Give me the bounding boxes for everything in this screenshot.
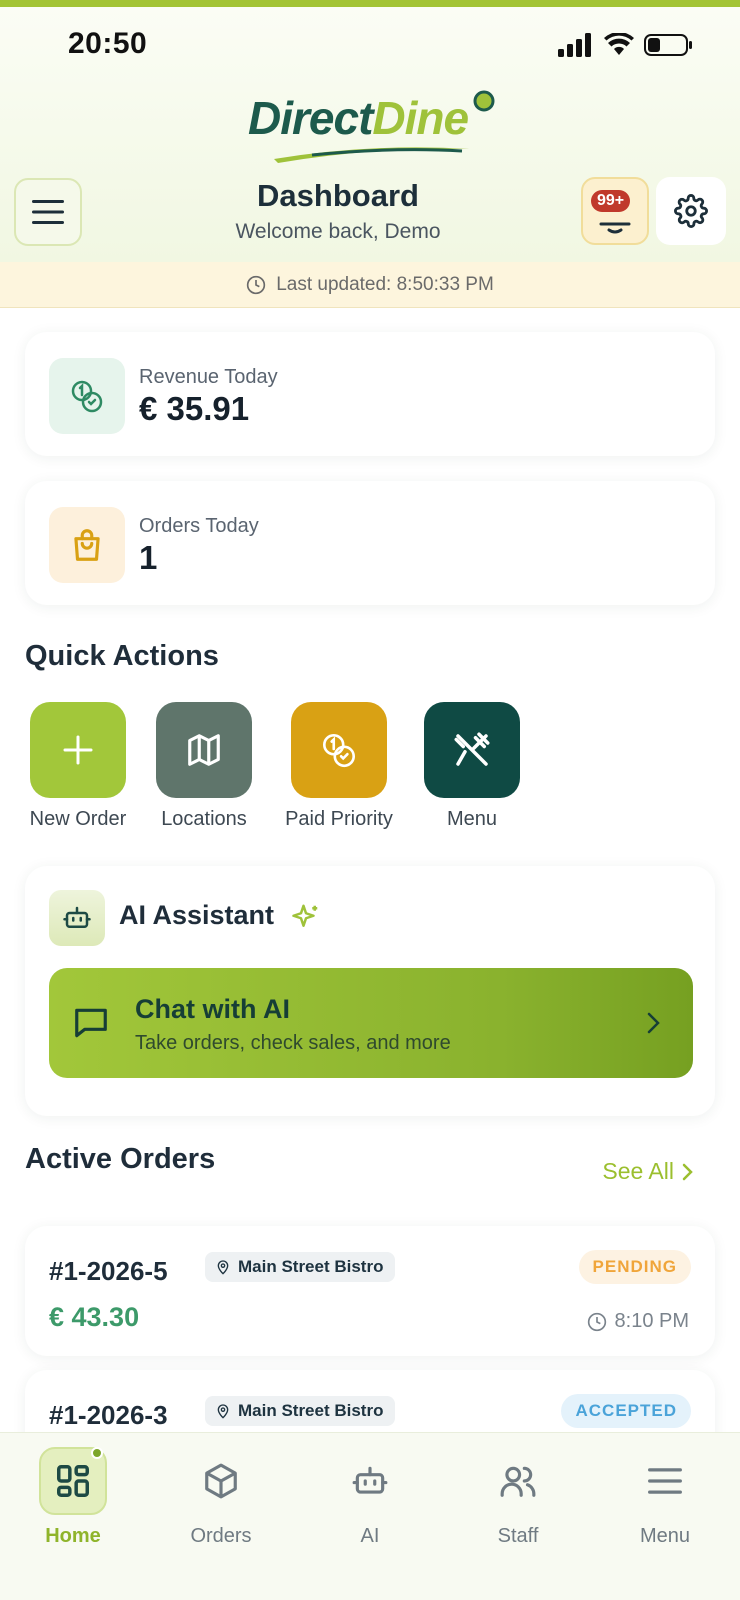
chat-with-ai-button[interactable]: Chat with AI Take orders, check sales, a… [49,968,693,1078]
nav-item-menu[interactable]: Menu [605,1447,725,1548]
status-icons [558,33,694,57]
ai-icon-tile [49,890,105,946]
nav-icon-wrap [39,1447,107,1515]
order-id: #1-2026-3 [49,1400,168,1430]
page-title: Dashboard [257,178,419,213]
revenue-icon-tile [49,358,125,434]
orders-today-card[interactable]: Orders Today 1 [25,481,715,605]
shopping-bag-icon [74,529,100,561]
status-badge-pending: PENDING [578,1250,691,1284]
order-amount: € 43.30 [49,1302,140,1332]
status-bar: 20:50 [0,7,740,77]
ai-assistant-card: AI Assistant Chat with AI Take orders, c… [25,866,715,1116]
quick-action-paid-priority[interactable]: Paid Priority [276,702,402,831]
nav-item-staff[interactable]: Staff [458,1447,578,1548]
stat-label: Orders Today [139,515,259,537]
coins-icon [71,380,103,413]
bottom-navigation: Home Orders AI Staff Menu [0,1432,740,1600]
new-order-tile [30,702,126,798]
nav-item-ai[interactable]: AI [310,1447,430,1548]
nav-item-orders[interactable]: Orders [161,1447,281,1548]
signal-icon [558,33,591,57]
quick-action-menu[interactable]: Menu [422,702,522,831]
status-badge-accepted: ACCEPTED [561,1394,691,1428]
map-icon [188,734,220,766]
plus-icon [63,735,93,765]
quick-action-label: New Order [29,808,127,830]
quick-action-label: Locations [161,808,247,830]
robot-icon [352,1466,388,1494]
nav-item-home[interactable]: Home [13,1447,133,1548]
logo-wordmark: DirectDine [248,92,469,144]
quick-action-locations[interactable]: Locations [152,702,256,831]
logo-dot [473,90,495,112]
ai-assistant-title: AI Assistant [119,900,275,930]
status-time: 20:50 [68,27,148,60]
nav-icon-wrap [484,1447,552,1515]
location-name: Main Street Bistro [238,1257,384,1276]
utensils-crossed-icon [454,732,490,766]
active-dot [91,1447,103,1459]
layout-grid-icon [57,1465,89,1497]
quick-action-label: Paid Priority [285,808,393,830]
order-time: 8:10 PM [587,1310,689,1333]
stat-value: 1 [139,539,158,576]
stat-value: € 35.91 [139,390,250,427]
quick-action-label: Menu [446,808,498,830]
map-pin-icon [217,1404,229,1419]
menu-tile [424,702,520,798]
sparkles-icon [292,904,318,927]
location-name: Main Street Bistro [238,1401,384,1420]
logo-swoosh [274,147,470,163]
settings-button[interactable] [656,177,726,245]
nav-label: Staff [497,1525,539,1547]
locations-tile [156,702,252,798]
welcome-subtitle: Welcome back, Demo [235,220,441,243]
nav-icon-wrap [336,1447,404,1515]
wifi-icon [604,33,634,55]
revenue-today-card[interactable]: Revenue Today € 35.91 [25,332,715,456]
last-updated-bar: Last updated: 8:50:33 PM [0,262,740,308]
nav-label: AI [360,1525,380,1547]
users-icon [500,1466,536,1497]
quick-action-new-order[interactable]: New Order [24,702,132,831]
robot-icon [63,906,91,928]
last-updated-text: Last updated: 8:50:33 PM [276,273,494,295]
nav-label: Orders [190,1525,252,1547]
see-all-link[interactable]: See All [602,1158,694,1185]
hamburger-icon [648,1468,682,1494]
clock-icon [587,1312,606,1331]
nav-label: Menu [639,1525,691,1547]
location-chip: Main Street Bistro [205,1252,396,1282]
chat-subtitle: Take orders, check sales, and more [135,1032,451,1054]
order-time-text: 8:10 PM [614,1310,689,1332]
top-accent-bar [0,0,740,7]
map-pin-icon [217,1260,229,1275]
order-card[interactable]: #1-2026-5 Main Street Bistro PENDING € 4… [25,1226,715,1356]
coins-icon [322,733,356,768]
box-icon [205,1463,237,1499]
brand-logo: DirectDine [248,85,498,165]
stat-label: Revenue Today [139,366,278,388]
chat-title: Chat with AI [135,994,290,1024]
quick-actions-title: Quick Actions [25,640,219,672]
battery-icon [644,34,692,56]
nav-icon-wrap [187,1447,255,1515]
message-square-icon [75,1008,107,1038]
gear-icon [674,194,708,228]
order-id: #1-2026-5 [49,1256,168,1286]
orders-icon-tile [49,507,125,583]
clock-icon [247,275,266,294]
location-chip: Main Street Bistro [205,1396,396,1426]
notifications-button[interactable]: 99+ [581,177,649,245]
nav-icon-wrap [631,1447,699,1515]
active-orders-title: Active Orders [25,1143,216,1175]
chevron-right-icon [647,1012,660,1034]
chevron-right-icon [682,1163,693,1180]
nav-label: Home [45,1525,101,1547]
see-all-label: See All [602,1158,674,1184]
notification-badge: 99+ [591,190,631,212]
paid-priority-tile [291,702,387,798]
